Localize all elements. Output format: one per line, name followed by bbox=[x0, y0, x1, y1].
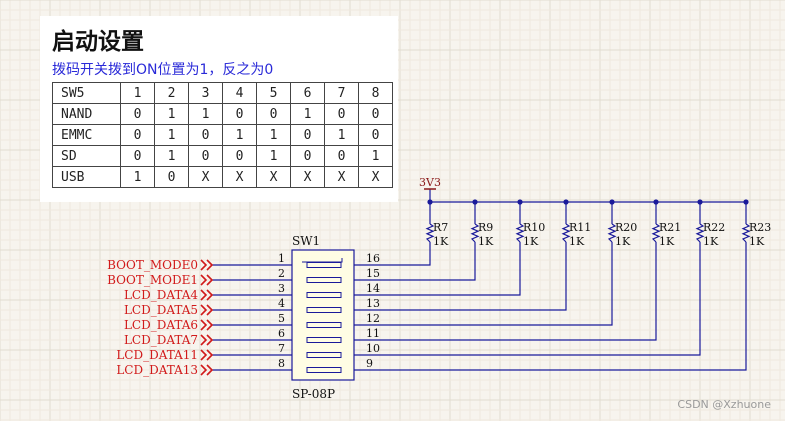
pin-number: 13 bbox=[366, 297, 380, 310]
pin-number: 2 bbox=[278, 267, 285, 280]
net-arrow bbox=[200, 289, 208, 301]
pin-number: 9 bbox=[366, 357, 373, 370]
pin-number: 3 bbox=[278, 282, 285, 295]
net-arrow bbox=[200, 364, 208, 376]
resistor-ref: R11 bbox=[569, 221, 591, 234]
resistor-ref: R7 bbox=[433, 221, 448, 234]
resistor-value: 1K bbox=[523, 235, 539, 248]
pullup-wire bbox=[354, 242, 747, 371]
resistor-value: 1K bbox=[433, 235, 449, 248]
junction-dot bbox=[517, 199, 523, 205]
pin-number: 8 bbox=[278, 357, 285, 370]
resistor-value: 1K bbox=[615, 235, 631, 248]
pin-number: 16 bbox=[366, 252, 380, 265]
pullup-wire bbox=[354, 242, 613, 326]
resistor-value: 1K bbox=[703, 235, 719, 248]
net-label: LCD_DATA13 bbox=[116, 363, 198, 377]
net-arrow bbox=[200, 259, 208, 271]
net-arrow bbox=[206, 259, 214, 271]
resistor-ref: R22 bbox=[703, 221, 725, 234]
net-arrow bbox=[200, 304, 208, 316]
net-arrow bbox=[206, 289, 214, 301]
pin-number: 5 bbox=[278, 312, 285, 325]
pullup-wire bbox=[354, 242, 567, 311]
power-label: 3V3 bbox=[419, 176, 441, 189]
junction-dot bbox=[697, 199, 703, 205]
resistor-ref: R21 bbox=[659, 221, 681, 234]
resistor-value: 1K bbox=[749, 235, 765, 248]
net-label: BOOT_MODE0 bbox=[107, 258, 198, 272]
net-arrow bbox=[206, 364, 214, 376]
net-arrow bbox=[206, 334, 214, 346]
pin-number: 12 bbox=[366, 312, 380, 325]
junction-dot bbox=[743, 199, 749, 205]
net-arrow bbox=[206, 319, 214, 331]
junction-dot bbox=[609, 199, 615, 205]
pin-number: 7 bbox=[278, 342, 285, 355]
junction-dot bbox=[427, 199, 433, 205]
net-arrow bbox=[206, 274, 214, 286]
net-label: LCD_DATA7 bbox=[124, 333, 198, 347]
resistor-value: 1K bbox=[569, 235, 585, 248]
resistor-ref: R9 bbox=[478, 221, 493, 234]
pin-number: 1 bbox=[278, 252, 285, 265]
pin-number: 14 bbox=[366, 282, 380, 295]
pin-number: 15 bbox=[366, 267, 380, 280]
junction-dot bbox=[472, 199, 478, 205]
net-arrow bbox=[206, 349, 214, 361]
resistor-ref: R10 bbox=[523, 221, 545, 234]
net-label: BOOT_MODE1 bbox=[107, 273, 198, 287]
net-arrow bbox=[200, 274, 208, 286]
pin-number: 10 bbox=[366, 342, 380, 355]
switch-ref: SW1 bbox=[292, 234, 320, 248]
watermark: CSDN @Xzhuone bbox=[677, 398, 771, 411]
dip-switch-schematic: 3V3SW1SP-08PR71K1 16BOOT_MODE0R91K2 15BOOT… bbox=[107, 176, 771, 401]
junction-dot bbox=[563, 199, 569, 205]
net-arrow bbox=[200, 334, 208, 346]
pullup-wire bbox=[354, 242, 701, 356]
pin-number: 11 bbox=[366, 327, 380, 340]
net-label: LCD_DATA6 bbox=[124, 318, 198, 332]
resistor-ref: R20 bbox=[615, 221, 637, 234]
net-label: LCD_DATA4 bbox=[124, 288, 198, 302]
resistor-value: 1K bbox=[478, 235, 494, 248]
pin-number: 4 bbox=[278, 297, 285, 310]
net-arrow bbox=[200, 349, 208, 361]
pin-number: 6 bbox=[278, 327, 285, 340]
switch-body bbox=[291, 249, 355, 381]
net-label: LCD_DATA5 bbox=[124, 303, 198, 317]
resistor-ref: R23 bbox=[749, 221, 771, 234]
resistor-value: 1K bbox=[659, 235, 675, 248]
net-arrow bbox=[206, 304, 214, 316]
net-label: LCD_DATA11 bbox=[116, 348, 198, 362]
net-arrow bbox=[200, 319, 208, 331]
junction-dot bbox=[653, 199, 659, 205]
switch-part: SP-08P bbox=[292, 387, 335, 401]
